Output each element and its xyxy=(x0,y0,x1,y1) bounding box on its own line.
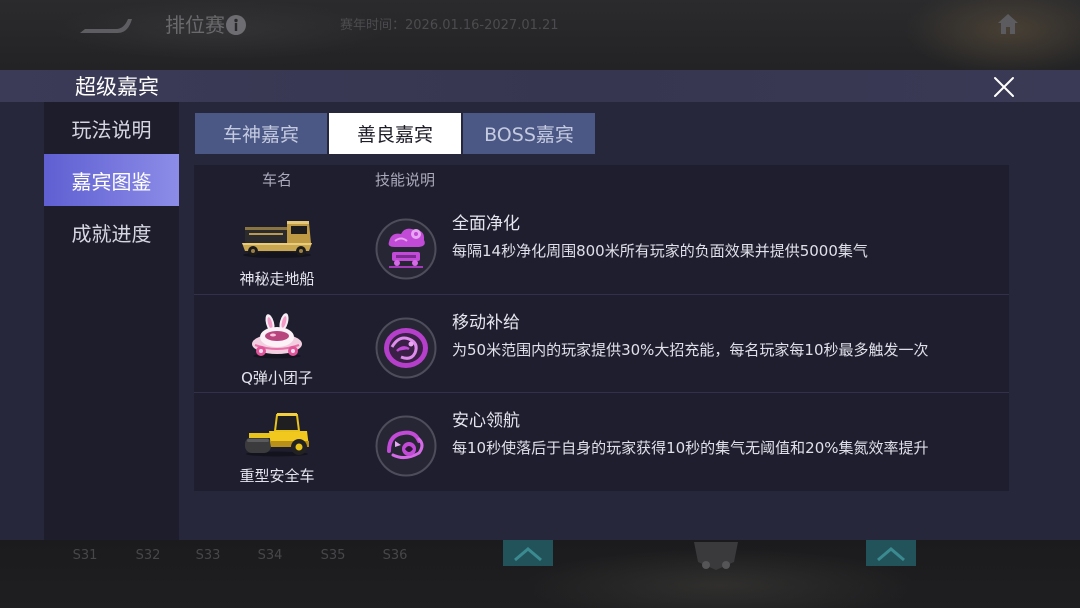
car-name: 重型安全车 xyxy=(239,467,315,485)
scroll-button-left xyxy=(503,540,553,566)
modal-header: 超级嘉宾 xyxy=(0,70,1080,102)
column-header-car-name: 车名 xyxy=(261,171,292,189)
sidebar-item-achievement-progress[interactable]: 成就进度 xyxy=(44,206,179,258)
guest-table: 车名 技能说明 神秘走地船 全面净化 每隔14秒净化周围800米所有玩家的负面效… xyxy=(194,165,1009,491)
chevron-up-icon xyxy=(514,547,542,562)
season-tab-s33: S33 xyxy=(195,548,221,563)
column-header-skill-description: 技能说明 xyxy=(375,171,436,189)
skill-title: 全面净化 xyxy=(452,214,520,234)
game-screen: 排位赛 赛年时间：2026.01.16-2027.01.21 S31 S32 S… xyxy=(0,0,1080,608)
tab-label: 车神嘉宾 xyxy=(222,124,299,146)
skill-description: 为50米范围内的玩家提供30%大招充能，每名玩家每10秒最多触发一次 xyxy=(452,341,929,359)
car-name: Q弹小团子 xyxy=(241,369,313,387)
season-time: 赛年时间：2026.01.16-2027.01.21 xyxy=(340,18,559,33)
rank-emblem-icon xyxy=(686,538,746,572)
scroll-button-right xyxy=(866,540,916,566)
sidebar: 玩法说明 嘉宾图鉴 成就进度 xyxy=(44,102,179,540)
skill-description: 每10秒使落后于自身的玩家获得10秒的集气无阈值和20%集氮效率提升 xyxy=(452,439,929,457)
safe-navigation-skill-icon xyxy=(375,415,437,477)
table-row: Q弹小团子 移动补给 为50米范围内的玩家提供30%大招充能，每名玩家每10秒最… xyxy=(194,294,1009,392)
sidebar-item-guest-gallery[interactable]: 嘉宾图鉴 xyxy=(44,154,179,206)
table-row: 神秘走地船 全面净化 每隔14秒净化周围800米所有玩家的负面效果并提供5000… xyxy=(194,196,1009,294)
close-icon[interactable] xyxy=(993,76,1015,98)
season-tab-s31: S31 xyxy=(72,548,98,563)
season-tab-s32: S32 xyxy=(135,548,161,563)
tab-label: BOSS嘉宾 xyxy=(484,124,574,146)
tab-racing-god-guests[interactable]: 车神嘉宾 xyxy=(195,113,327,154)
game-logo-icon xyxy=(78,14,134,36)
guest-category-tabs: 车神嘉宾 善良嘉宾 BOSS嘉宾 xyxy=(195,113,595,154)
skill-title: 安心领航 xyxy=(452,411,520,431)
sidebar-item-label: 玩法说明 xyxy=(71,117,152,142)
skill-description: 每隔14秒净化周围800米所有玩家的负面效果并提供5000集气 xyxy=(452,242,868,260)
tab-kind-guests[interactable]: 善良嘉宾 xyxy=(329,113,461,154)
skill-title: 移动补给 xyxy=(452,313,520,333)
land-boat-car-icon xyxy=(194,214,360,260)
sidebar-item-label: 成就进度 xyxy=(71,221,152,246)
sidebar-item-gameplay-guide[interactable]: 玩法说明 xyxy=(44,102,179,154)
purify-skill-icon xyxy=(375,218,437,280)
season-tab-s35: S35 xyxy=(320,548,346,563)
info-icon xyxy=(226,15,246,35)
tab-label: 善良嘉宾 xyxy=(356,124,433,146)
mode-title: 排位赛 xyxy=(165,13,225,37)
chevron-up-icon xyxy=(877,547,905,562)
car-name: 神秘走地船 xyxy=(239,270,315,288)
bunny-car-icon xyxy=(194,313,360,359)
mobile-supply-skill-icon xyxy=(375,317,437,379)
tab-boss-guests[interactable]: BOSS嘉宾 xyxy=(463,113,595,154)
modal-title: 超级嘉宾 xyxy=(75,75,159,99)
season-tab-s36: S36 xyxy=(382,548,408,563)
road-roller-car-icon xyxy=(194,411,360,457)
super-guest-modal: 超级嘉宾 玩法说明 嘉宾图鉴 成就进度 车神嘉宾 善良嘉宾 BOSS嘉宾 车名 … xyxy=(0,70,1080,540)
table-header: 车名 技能说明 xyxy=(194,165,1009,196)
sidebar-item-label: 嘉宾图鉴 xyxy=(71,169,152,194)
table-row: 重型安全车 安心领航 每10秒使落后于自身的玩家获得10秒的集气无阈值和20%集… xyxy=(194,392,1009,490)
season-tab-s34: S34 xyxy=(257,548,283,563)
home-icon xyxy=(996,12,1020,36)
